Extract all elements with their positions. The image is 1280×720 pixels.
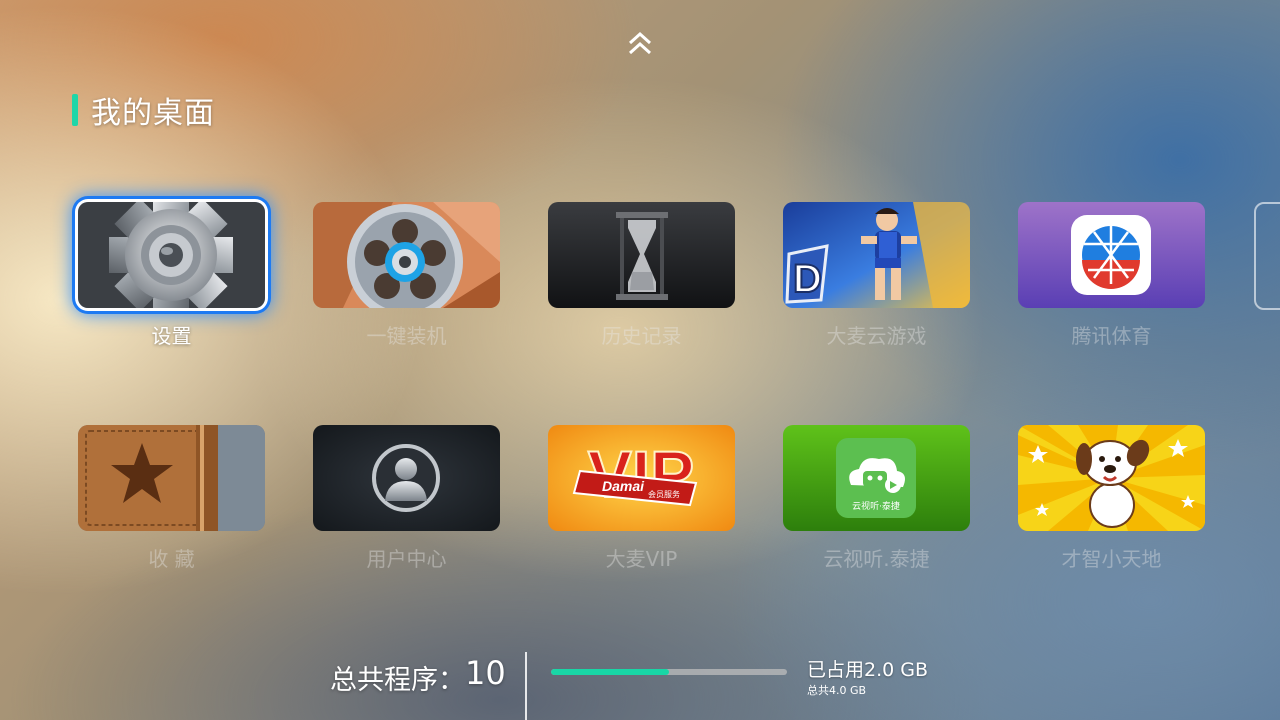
app-label-cloud-tv: 云视听.泰捷 (823, 547, 930, 571)
vip-ribbon-text: Damai (602, 478, 645, 494)
sports-ball-icon (1018, 202, 1205, 308)
app-label-history: 历史记录 (601, 324, 682, 348)
vip-badge-icon: VIP Damai 会员服务 (548, 425, 735, 531)
cloud-tv-icon: 云视听·泰捷 (783, 425, 970, 531)
app-tile-kids-world[interactable] (1018, 425, 1205, 531)
app-label-damai-vip: 大麦VIP (605, 547, 678, 571)
storage-progress-bar (551, 669, 787, 675)
hourglass-icon (548, 202, 735, 308)
status-bar (0, 650, 1280, 720)
programs-label: 总共程序： (330, 665, 465, 696)
app-tile-damai-vip[interactable]: VIP Damai 会员服务 (548, 425, 735, 531)
game-character-icon: D (783, 202, 970, 308)
gear-icon (78, 202, 265, 308)
section-heading: 我的桌面 (72, 92, 215, 131)
status-divider (525, 652, 527, 720)
app-tile-settings[interactable] (78, 202, 265, 308)
storage-used-text: 已占用2.0 GB (807, 659, 929, 681)
app-label-one-key-install: 一键装机 (366, 324, 447, 348)
app-tile-cloud-tv[interactable]: 云视听·泰捷 (783, 425, 970, 531)
app-label-settings: 设置 (151, 324, 192, 348)
app-label-kids-world: 才智小天地 (1061, 547, 1162, 571)
programs-count: 10 (465, 654, 506, 692)
cloud-tile-caption: 云视听·泰捷 (852, 500, 900, 512)
app-tile-partial[interactable] (1254, 202, 1280, 310)
star-book-icon (78, 425, 265, 531)
app-tile-history[interactable] (548, 202, 735, 308)
page-title: 我的桌面 (91, 96, 215, 131)
svg-text:D: D (793, 257, 822, 301)
app-tile-tencent-sports[interactable] (1018, 202, 1205, 308)
app-label-cloud-games: 大麦云游戏 (826, 324, 927, 348)
app-tile-one-key-install[interactable] (313, 202, 500, 308)
app-label-favorites: 收 藏 (148, 547, 195, 571)
storage-progress-fill (551, 669, 669, 675)
app-tile-user-center[interactable] (313, 425, 500, 531)
app-label-tencent-sports: 腾讯体育 (1071, 324, 1152, 348)
heading-accent-bar (72, 94, 78, 126)
app-tile-cloud-games[interactable]: D (783, 202, 970, 308)
app-tile-favorites[interactable] (78, 425, 265, 531)
app-label-user-center: 用户中心 (366, 547, 447, 571)
storage-total-text: 总共4.0 GB (807, 684, 867, 697)
cartoon-dog-icon (1018, 425, 1205, 531)
film-reel-icon (313, 202, 500, 308)
vip-ribbon-sub: 会员服务 (648, 489, 680, 499)
scroll-up-icon[interactable] (627, 30, 653, 58)
user-silhouette-icon (313, 425, 500, 531)
